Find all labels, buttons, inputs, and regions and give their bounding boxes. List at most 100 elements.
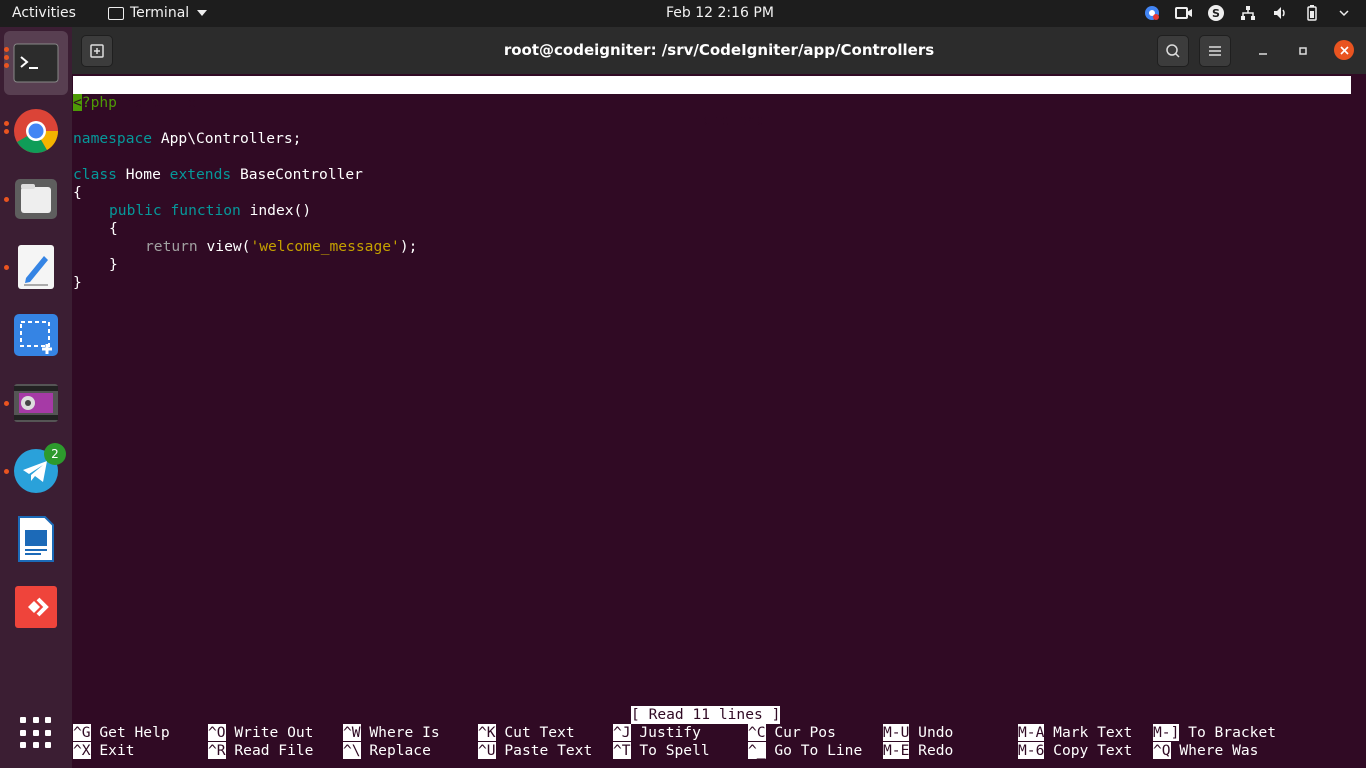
video-camera-icon[interactable] (1174, 4, 1194, 22)
skype-icon[interactable]: S (1206, 4, 1226, 22)
minimize-button[interactable] (1253, 41, 1273, 61)
shortcut-item[interactable]: ^R Read File (208, 742, 313, 760)
search-button[interactable] (1157, 35, 1189, 67)
dock-screenshot[interactable] (12, 311, 60, 359)
code-text: { (109, 220, 118, 237)
network-icon[interactable] (1238, 4, 1258, 22)
code-text: index() (240, 202, 312, 219)
shortcut-item[interactable]: M-] To Bracket (1153, 724, 1276, 742)
code-keyword: extends (169, 166, 232, 183)
shortcut-key: ^K (478, 724, 496, 741)
clock[interactable]: Feb 12 2:16 PM (666, 5, 774, 21)
system-tray: S (1142, 4, 1354, 22)
dock-writer[interactable] (12, 515, 60, 563)
shortcut-key: M-6 (1018, 742, 1045, 759)
nano-status-message: [ Read 11 lines ] (631, 706, 781, 724)
shortcut-item[interactable]: ^Q Where Was (1153, 742, 1258, 760)
running-indicator (4, 197, 9, 202)
shortcut-item[interactable]: ^J Justify (613, 724, 701, 742)
code-line-1: <?php (73, 94, 117, 112)
shortcut-key: ^O (208, 724, 226, 741)
shortcut-label: Justify (639, 724, 701, 741)
dock-anydesk[interactable] (12, 583, 60, 631)
search-icon (1166, 44, 1180, 58)
shortcut-item[interactable]: ^X Exit (73, 742, 135, 760)
running-indicator (4, 129, 9, 134)
app-menu[interactable]: Terminal (108, 5, 208, 21)
shortcut-key: ^W (343, 724, 361, 741)
shortcut-label: Where Was (1179, 742, 1259, 759)
shortcut-label: Cur Pos (774, 724, 836, 741)
video-icon (14, 384, 58, 422)
code-line-7: public function index() (109, 202, 311, 220)
dock-video-recorder[interactable] (12, 379, 60, 427)
running-indicator (4, 63, 9, 68)
terminal-icon (13, 43, 59, 83)
shortcut-item[interactable]: ^K Cut Text (478, 724, 575, 742)
code-line-3: namespace App\Controllers; (73, 130, 301, 148)
shortcut-item[interactable]: M-6 Copy Text (1018, 742, 1132, 760)
code-text: { (73, 184, 82, 201)
close-button[interactable] (1334, 40, 1354, 60)
shortcut-key: ^R (208, 742, 226, 759)
shortcut-item[interactable]: ^O Write Out (208, 724, 313, 742)
nano-filename: Home.php (694, 112, 765, 129)
code-text: ); (399, 238, 418, 255)
code-text: } (73, 274, 82, 291)
terminal-area[interactable]: GNU nano 4.8 Home.php <?php namespace Ap… (72, 74, 1366, 768)
notification-badge: 2 (44, 443, 66, 465)
code-keyword: public (109, 202, 162, 219)
screenshot-icon (14, 314, 58, 356)
shortcut-label: Paste Text (504, 742, 593, 759)
files-icon (15, 179, 57, 219)
shortcut-item[interactable]: ^G Get Help (73, 724, 170, 742)
code-line-5: class Home extends BaseController (73, 166, 363, 184)
show-applications-icon[interactable] (20, 717, 52, 749)
close-icon (1339, 45, 1349, 55)
shortcut-item[interactable]: ^T To Spell (613, 742, 710, 760)
chevron-down-icon (197, 10, 208, 16)
shortcut-key: ^T (613, 742, 631, 759)
shortcut-label: Replace (369, 742, 431, 759)
code-keyword: return (145, 238, 198, 255)
code-line-8: { (109, 220, 118, 238)
shortcut-item[interactable]: ^U Paste Text (478, 742, 592, 760)
code-text: App\Controllers; (152, 130, 302, 147)
code-text: view( (197, 238, 251, 255)
shortcut-label: Undo (918, 724, 954, 741)
dock-chrome[interactable] (12, 107, 60, 155)
shortcut-item[interactable]: M-U Undo (883, 724, 953, 742)
code-keyword: class (73, 166, 117, 183)
volume-icon[interactable] (1270, 4, 1290, 22)
dock-text-editor[interactable] (12, 243, 60, 291)
hamburger-menu-button[interactable] (1199, 35, 1231, 67)
shortcut-item[interactable]: M-A Mark Text (1018, 724, 1132, 742)
shortcut-item[interactable]: ^_ Go To Line (748, 742, 862, 760)
shortcut-key: ^X (73, 742, 91, 759)
shortcut-key: ^\ (343, 742, 361, 759)
chrome-tray-icon[interactable] (1142, 4, 1162, 22)
maximize-button[interactable] (1293, 41, 1313, 61)
code-text: Home (116, 166, 170, 183)
shortcut-key: M-U (883, 724, 910, 741)
shortcut-label: To Spell (639, 742, 710, 759)
activities-button[interactable]: Activities (12, 5, 76, 21)
dock-terminal[interactable] (4, 31, 68, 95)
writer-icon (18, 516, 54, 562)
shortcut-item[interactable]: M-E Redo (883, 742, 953, 760)
running-indicator (4, 401, 9, 406)
shortcut-item[interactable]: ^\ Replace (343, 742, 431, 760)
shortcut-key: M-A (1018, 724, 1045, 741)
shortcut-item[interactable]: ^W Where Is (343, 724, 440, 742)
shortcut-label: Where Is (369, 724, 440, 741)
power-menu-icon[interactable] (1334, 4, 1354, 22)
shortcut-item[interactable]: ^C Cur Pos (748, 724, 836, 742)
shortcut-key: ^J (613, 724, 631, 741)
maximize-icon (1299, 47, 1307, 55)
window-header: root@codeigniter: /srv/CodeIgniter/app/C… (72, 27, 1366, 74)
shortcut-key: ^G (73, 724, 91, 741)
shortcut-key: M-] (1153, 724, 1180, 741)
battery-icon[interactable] (1302, 4, 1322, 22)
php-open-tag: <?php (73, 94, 117, 111)
dock-files[interactable] (12, 175, 60, 223)
